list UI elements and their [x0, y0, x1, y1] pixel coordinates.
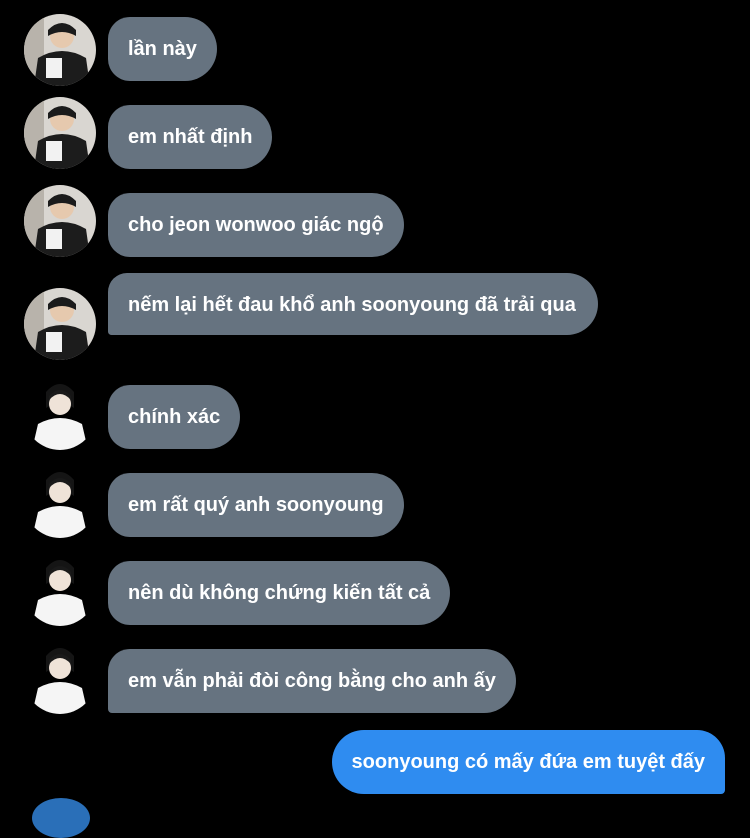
incoming-message-bubble[interactable]: nếm lại hết đau khổ anh soonyoung đã trả… [108, 273, 598, 335]
incoming-message-bubble[interactable]: em vẫn phải đòi công bằng cho anh ấy [108, 649, 516, 713]
avatar[interactable] [24, 554, 96, 626]
incoming-message-bubble[interactable]: cho jeon wonwoo giác ngộ [108, 193, 404, 257]
incoming-message-bubble[interactable]: lần này [108, 17, 217, 81]
avatar[interactable] [24, 14, 96, 86]
avatar[interactable] [24, 642, 96, 714]
outgoing-message-bubble[interactable]: soonyoung có mấy đứa em tuyệt đấy [331, 730, 725, 794]
avatar[interactable] [24, 466, 96, 538]
incoming-message-bubble[interactable]: chính xác [108, 385, 241, 449]
avatar[interactable] [32, 798, 90, 838]
message-thread: lần này em nhất định cho jeon wonwoo giá… [0, 0, 750, 838]
message-text: em nhất định [128, 126, 253, 148]
avatar[interactable] [24, 378, 96, 450]
message-text: cho jeon wonwoo giác ngộ [128, 214, 384, 236]
message-text: lần này [128, 38, 197, 60]
incoming-message-bubble[interactable]: em rất quý anh soonyoung [108, 473, 404, 537]
avatar[interactable] [24, 97, 96, 169]
message-text: em rất quý anh soonyoung [128, 494, 384, 516]
incoming-message-bubble[interactable]: nên dù không chứng kiến tất cả [108, 561, 451, 625]
message-text: nên dù không chứng kiến tất cả [128, 582, 431, 604]
message-text: soonyoung có mấy đứa em tuyệt đấy [351, 751, 705, 773]
message-text: chính xác [128, 406, 221, 428]
avatar[interactable] [24, 185, 96, 257]
message-text: em vẫn phải đòi công bằng cho anh ấy [128, 670, 496, 692]
avatar[interactable] [24, 288, 96, 360]
incoming-message-bubble[interactable]: em nhất định [108, 105, 273, 169]
message-text: nếm lại hết đau khổ anh soonyoung đã trả… [128, 294, 576, 316]
